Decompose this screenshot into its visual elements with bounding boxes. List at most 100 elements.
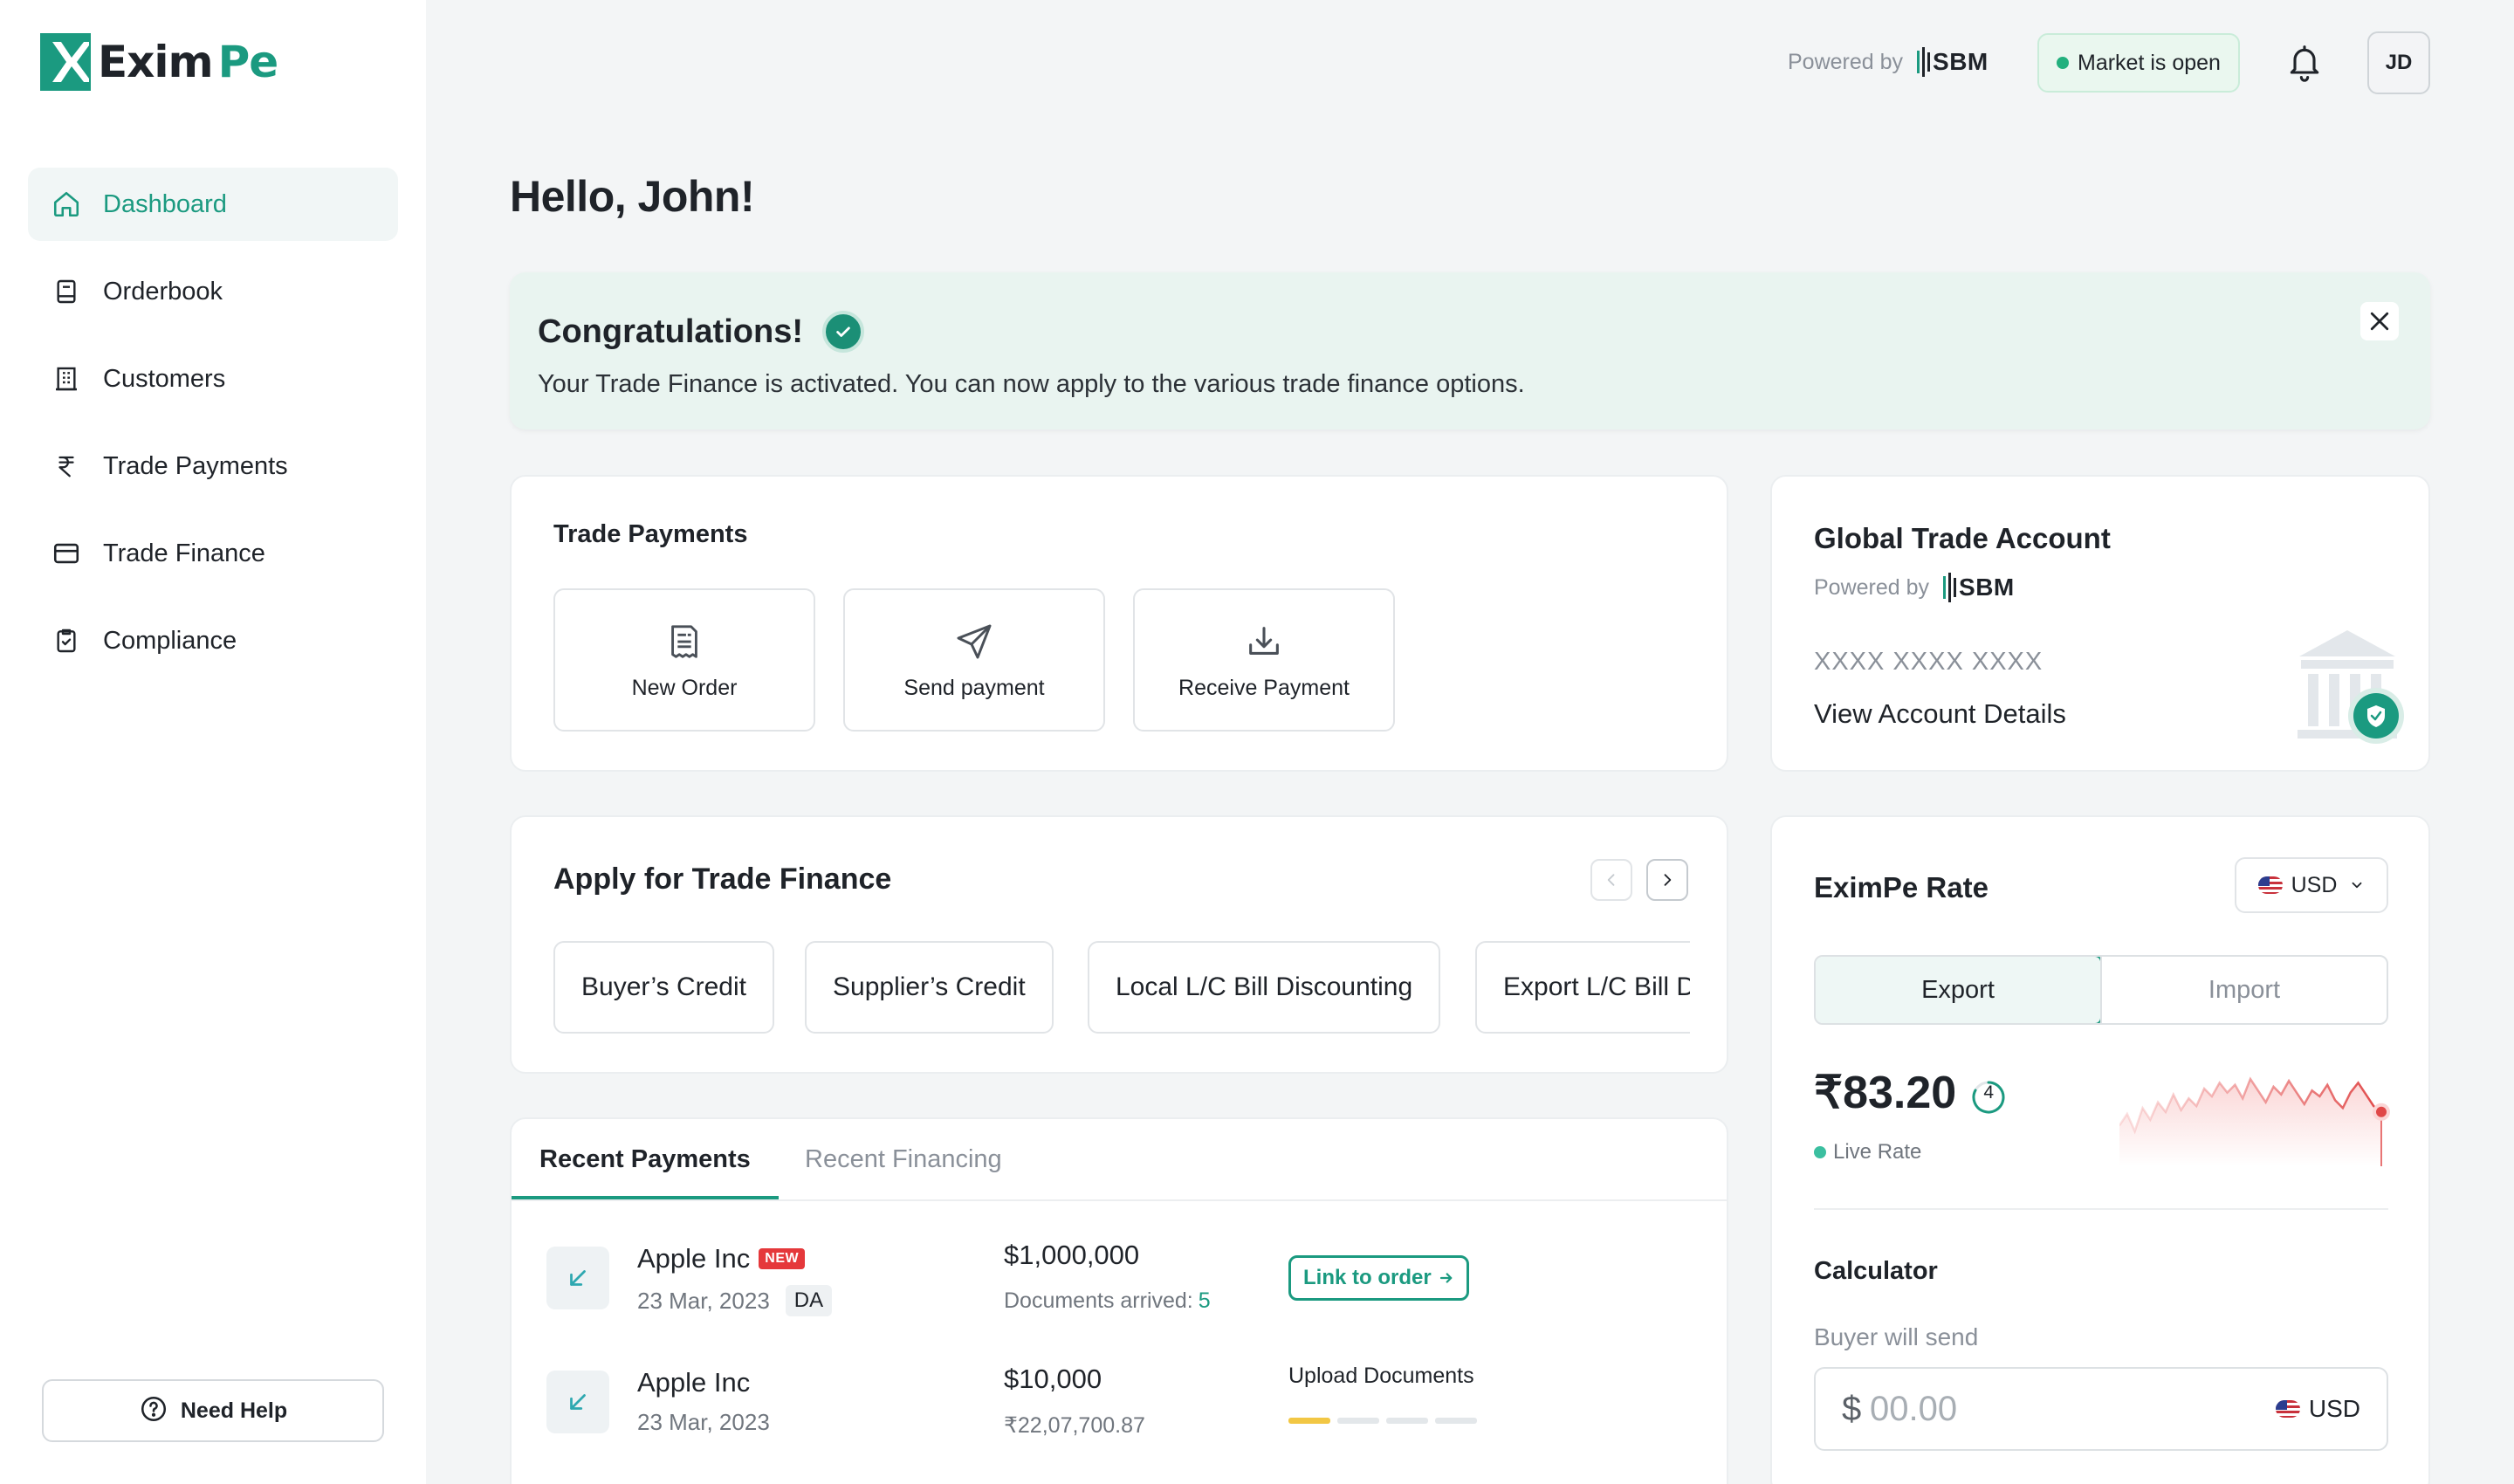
export-toggle-button[interactable]: Export xyxy=(1816,957,2102,1023)
apply-trade-finance-card: Apply for Trade Finance Buyer’s Credit S… xyxy=(510,815,1728,1074)
sidebar-item-label: Dashboard xyxy=(103,189,227,218)
powered-by-sbm: Powered by SBM xyxy=(1788,47,1989,77)
new-badge: NEW xyxy=(759,1248,806,1269)
tab-recent-financing[interactable]: Recent Financing xyxy=(805,1145,1002,1174)
banner-message: Your Trade Finance is activated. You can… xyxy=(538,370,1525,398)
masked-account-number: XXXX XXXX XXXX xyxy=(1814,648,2043,676)
home-icon xyxy=(49,187,84,222)
new-order-button[interactable]: New Order xyxy=(553,588,815,732)
sidebar-item-label: Trade Payments xyxy=(103,451,288,480)
buyer-will-send-label: Buyer will send xyxy=(1814,1323,1979,1350)
market-status-text: Market is open xyxy=(2078,50,2221,75)
page-greeting: Hello, John! xyxy=(510,172,755,221)
global-account-powered-by: Powered by SBM xyxy=(1814,573,2015,602)
eximpe-rate-card: EximPe Rate USD Export Import ₹83.20 4 L… xyxy=(1770,815,2430,1484)
sidebar-item-label: Customers xyxy=(103,364,226,393)
incoming-arrow-icon xyxy=(546,1247,609,1309)
market-open-dot-icon xyxy=(2057,57,2069,69)
us-flag-icon xyxy=(2275,1400,2300,1418)
view-account-details-link[interactable]: View Account Details xyxy=(1814,698,2066,730)
sparkline-current-point xyxy=(2373,1103,2390,1121)
sidebar-item-label: Trade Finance xyxy=(103,539,265,567)
progress-step xyxy=(1386,1418,1428,1424)
chevron-right-icon xyxy=(1664,874,1672,886)
finance-option-export-lc-bill-discounting[interactable]: Export L/C Bill Discounting xyxy=(1475,941,1690,1034)
sidebar-item-label: Orderbook xyxy=(103,277,223,306)
trade-payments-title: Trade Payments xyxy=(553,520,748,548)
documents-arrived-count: 5 xyxy=(1198,1288,1211,1313)
send-payment-button[interactable]: Send payment xyxy=(843,588,1105,732)
finance-option-buyers-credit[interactable]: Buyer’s Credit xyxy=(553,941,774,1034)
eximpe-logo[interactable]: Exim Pe xyxy=(40,33,278,91)
sidebar-nav: Dashboard Orderbook Customers Trade Paym… xyxy=(28,168,398,691)
trade-payments-card: Trade Payments New Order Send payment Re… xyxy=(510,475,1728,772)
notifications-bell-icon[interactable] xyxy=(2280,38,2329,87)
need-help-button[interactable]: Need Help xyxy=(42,1379,384,1442)
need-help-label: Need Help xyxy=(180,1398,288,1423)
us-flag-icon xyxy=(2257,876,2283,894)
calculator-title: Calculator xyxy=(1814,1257,1938,1285)
sidebar-item-compliance[interactable]: Compliance xyxy=(28,604,398,677)
upload-documents-link[interactable]: Upload Documents xyxy=(1288,1364,1474,1389)
global-account-title: Global Trade Account xyxy=(1814,522,2111,554)
sidebar-item-customers[interactable]: Customers xyxy=(28,342,398,416)
incoming-arrow-icon xyxy=(546,1371,609,1433)
banner-title-text: Congratulations! xyxy=(538,313,803,350)
currency-select-value: USD xyxy=(2291,872,2338,897)
download-icon xyxy=(1242,620,1286,663)
refresh-countdown-value: 4 xyxy=(1983,1082,1995,1103)
banner-close-button[interactable] xyxy=(2360,302,2399,340)
currency-select[interactable]: USD xyxy=(2235,857,2388,913)
user-avatar[interactable]: JD xyxy=(2367,31,2430,94)
buyer-send-amount-input[interactable] xyxy=(1870,1383,2236,1435)
powered-by-label: Powered by xyxy=(1788,49,1904,74)
sbm-logo-mark xyxy=(1943,573,1957,602)
sbm-logo-text: SBM xyxy=(1959,574,2015,601)
carousel-controls xyxy=(1590,859,1688,901)
arrow-right-icon xyxy=(1439,1273,1453,1283)
sidebar-item-trade-finance[interactable]: Trade Finance xyxy=(28,517,398,590)
sidebar: Exim Pe Dashboard Orderbook Customers Tra… xyxy=(0,0,426,1484)
close-icon xyxy=(2370,312,2389,331)
sidebar-item-label: Compliance xyxy=(103,626,237,655)
import-toggle-button[interactable]: Import xyxy=(2100,957,2387,1023)
finance-option-suppliers-credit[interactable]: Supplier’s Credit xyxy=(805,941,1054,1034)
carousel-next-button[interactable] xyxy=(1646,859,1688,901)
sbm-logo: SBM xyxy=(1941,573,2015,602)
export-import-toggle: Export Import xyxy=(1814,955,2388,1025)
payment-row-2-name[interactable]: Apple Inc xyxy=(637,1367,750,1398)
live-rate-label: Live Rate xyxy=(1833,1140,1922,1164)
sbm-logo: SBM xyxy=(1915,47,1989,77)
payment-row-1-amount: $1,000,000 xyxy=(1004,1240,1140,1270)
payment-counterparty: Apple Inc xyxy=(637,1243,751,1274)
calculator-currency[interactable]: USD xyxy=(2275,1395,2360,1423)
live-rate-value: ₹83.20 4 xyxy=(1814,1067,2007,1119)
bank-shield-icon xyxy=(2298,630,2404,744)
tab-recent-payments[interactable]: Recent Payments xyxy=(539,1145,751,1174)
carousel-prev-button[interactable] xyxy=(1590,859,1632,901)
rate-amount: ₹83.20 xyxy=(1814,1068,1957,1118)
finance-options-list: Buyer’s Credit Supplier’s Credit Local L… xyxy=(553,941,1690,1037)
live-dot-icon xyxy=(1814,1146,1826,1158)
link-to-order-label: Link to order xyxy=(1303,1266,1432,1289)
powered-by-label: Powered by xyxy=(1814,574,1930,600)
rupee-icon xyxy=(49,449,84,484)
link-to-order-button[interactable]: Link to order xyxy=(1288,1255,1469,1301)
rate-divider xyxy=(1814,1208,2388,1210)
chevron-down-icon xyxy=(2352,882,2362,889)
payment-date: 23 Mar, 2023 xyxy=(637,1287,770,1314)
receive-payment-button[interactable]: Receive Payment xyxy=(1133,588,1395,732)
buyer-send-amount-field: $ USD xyxy=(1814,1367,2388,1451)
sidebar-item-orderbook[interactable]: Orderbook xyxy=(28,255,398,328)
send-payment-label: Send payment xyxy=(903,675,1045,700)
receipt-icon xyxy=(663,620,706,663)
finance-option-local-lc-bill-discounting[interactable]: Local L/C Bill Discounting xyxy=(1088,941,1441,1034)
sidebar-item-dashboard[interactable]: Dashboard xyxy=(28,168,398,241)
eximpe-logo-mark xyxy=(40,33,91,91)
sidebar-item-trade-payments[interactable]: Trade Payments xyxy=(28,429,398,503)
currency-prefix: $ xyxy=(1842,1390,1862,1428)
sparkline-area xyxy=(2119,1079,2381,1166)
market-status-badge: Market is open xyxy=(2037,33,2240,93)
payment-row-1-name[interactable]: Apple Inc NEW xyxy=(637,1243,806,1274)
check-circle-icon xyxy=(821,311,864,353)
